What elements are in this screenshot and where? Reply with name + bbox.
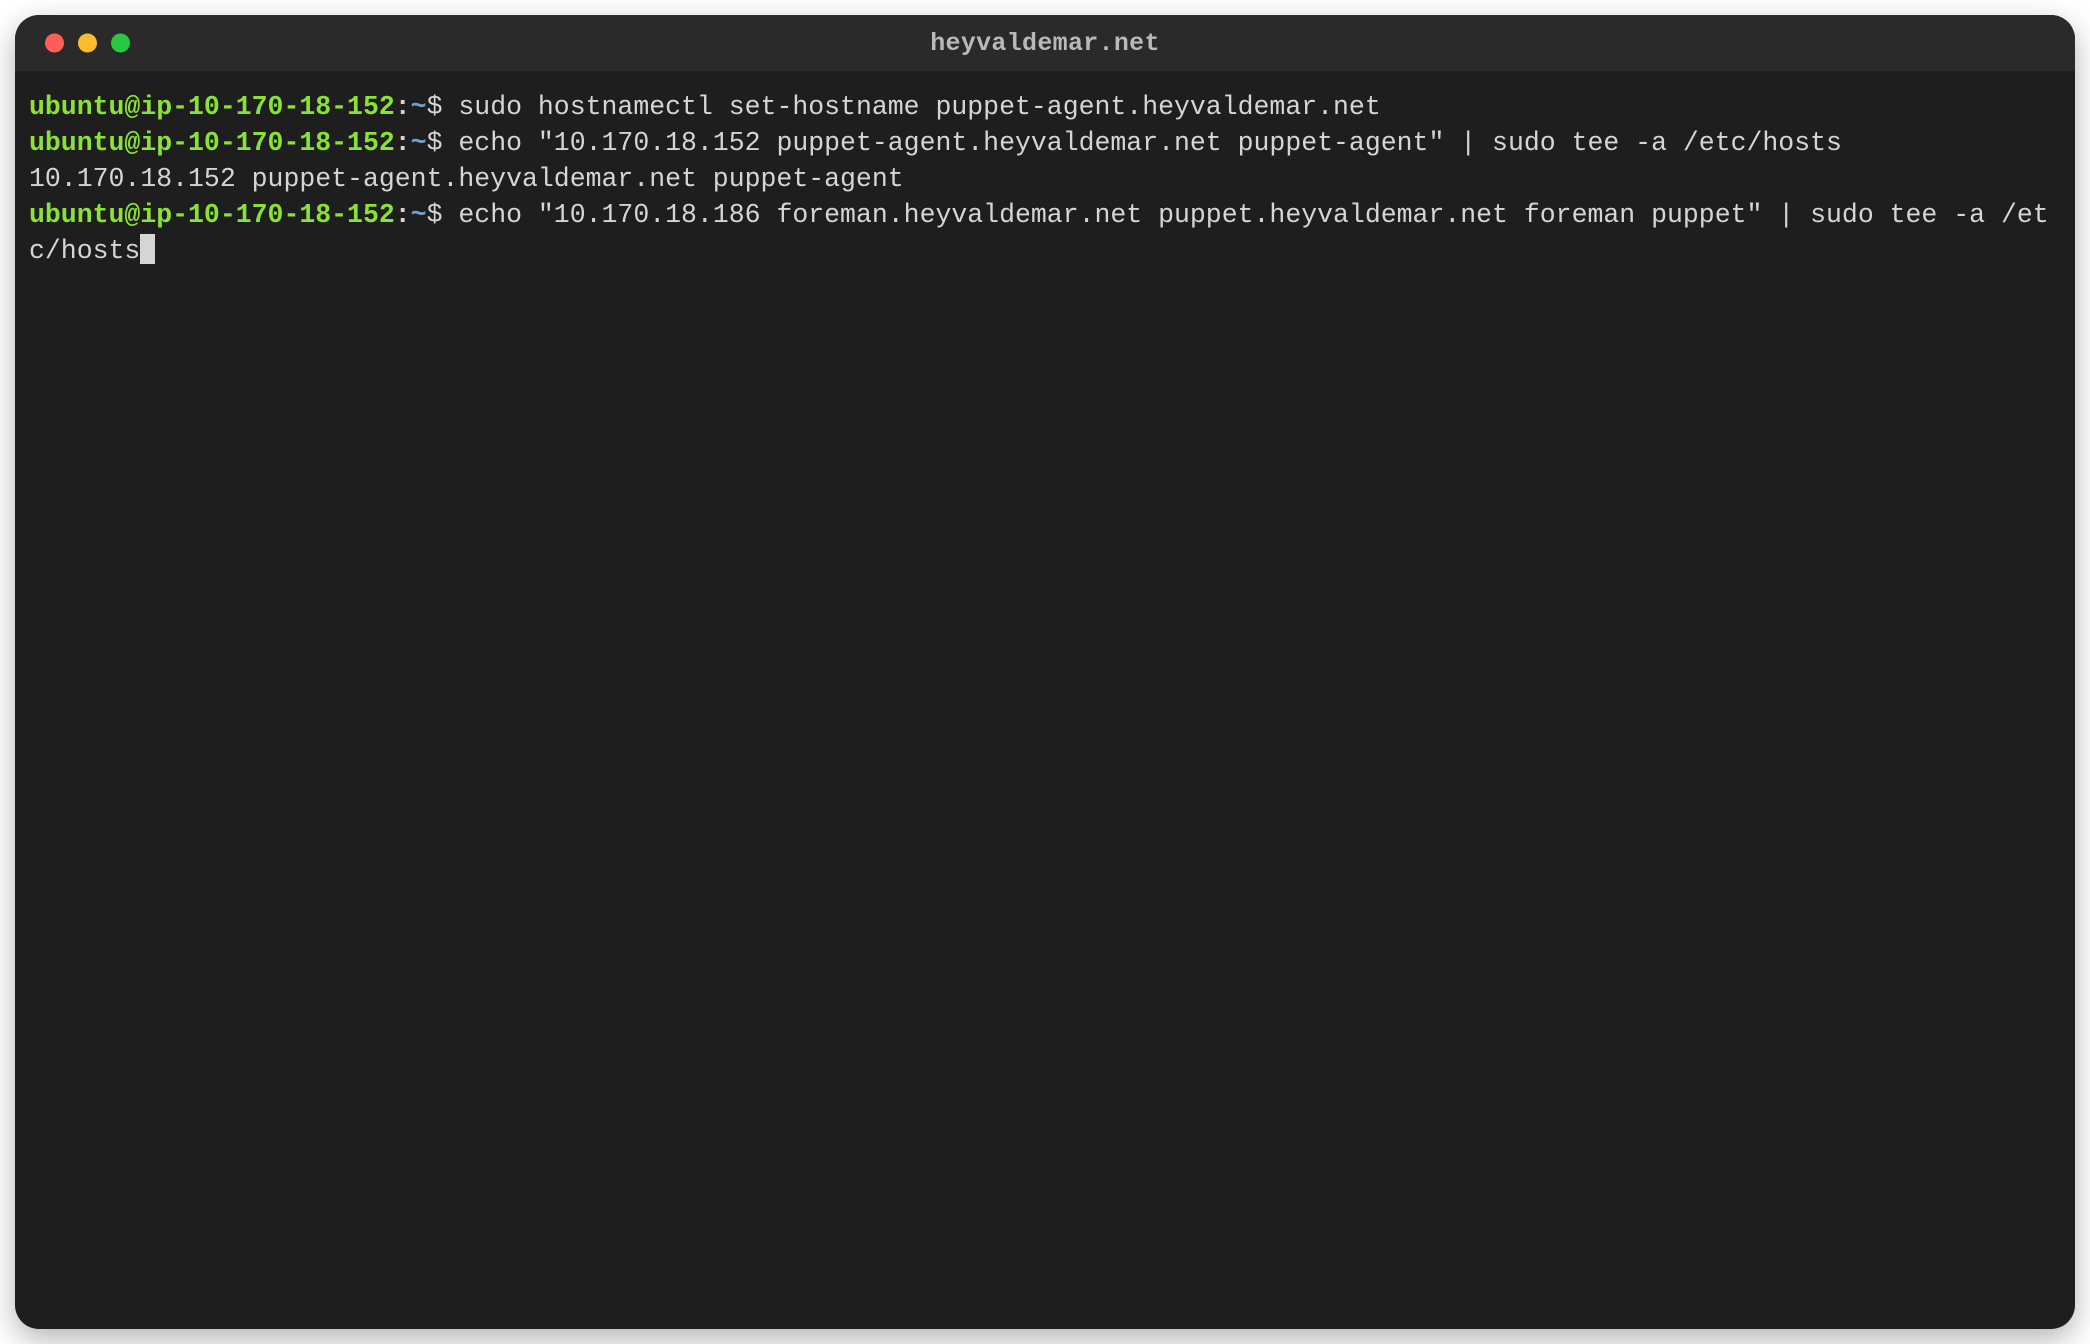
- terminal-body[interactable]: ubuntu@ip-10-170-18-152:~$ sudo hostname…: [15, 71, 2075, 1329]
- prompt-user-host: ubuntu@ip-10-170-18-152: [29, 92, 395, 122]
- prompt-separator: :: [395, 92, 411, 122]
- window-title: heyvaldemar.net: [15, 29, 2075, 58]
- prompt-path: ~: [411, 92, 427, 122]
- command-1: sudo hostnamectl set-hostname puppet-age…: [458, 92, 1380, 122]
- prompt-separator: :: [395, 128, 411, 158]
- zoom-icon[interactable]: [111, 34, 130, 53]
- output-2: 10.170.18.152 puppet-agent.heyvaldemar.n…: [29, 164, 904, 194]
- terminal-window: heyvaldemar.net ubuntu@ip-10-170-18-152:…: [15, 15, 2075, 1329]
- minimize-icon[interactable]: [78, 34, 97, 53]
- traffic-lights: [45, 34, 130, 53]
- titlebar[interactable]: heyvaldemar.net: [15, 15, 2075, 71]
- close-icon[interactable]: [45, 34, 64, 53]
- prompt-path: ~: [411, 128, 427, 158]
- cursor-icon: [140, 234, 155, 264]
- prompt-user-host: ubuntu@ip-10-170-18-152: [29, 128, 395, 158]
- command-2: echo "10.170.18.152 puppet-agent.heyvald…: [458, 128, 1842, 158]
- prompt-symbol: $: [427, 200, 443, 230]
- prompt-separator: :: [395, 200, 411, 230]
- prompt-symbol: $: [427, 92, 443, 122]
- prompt-symbol: $: [427, 128, 443, 158]
- prompt-path: ~: [411, 200, 427, 230]
- prompt-user-host: ubuntu@ip-10-170-18-152: [29, 200, 395, 230]
